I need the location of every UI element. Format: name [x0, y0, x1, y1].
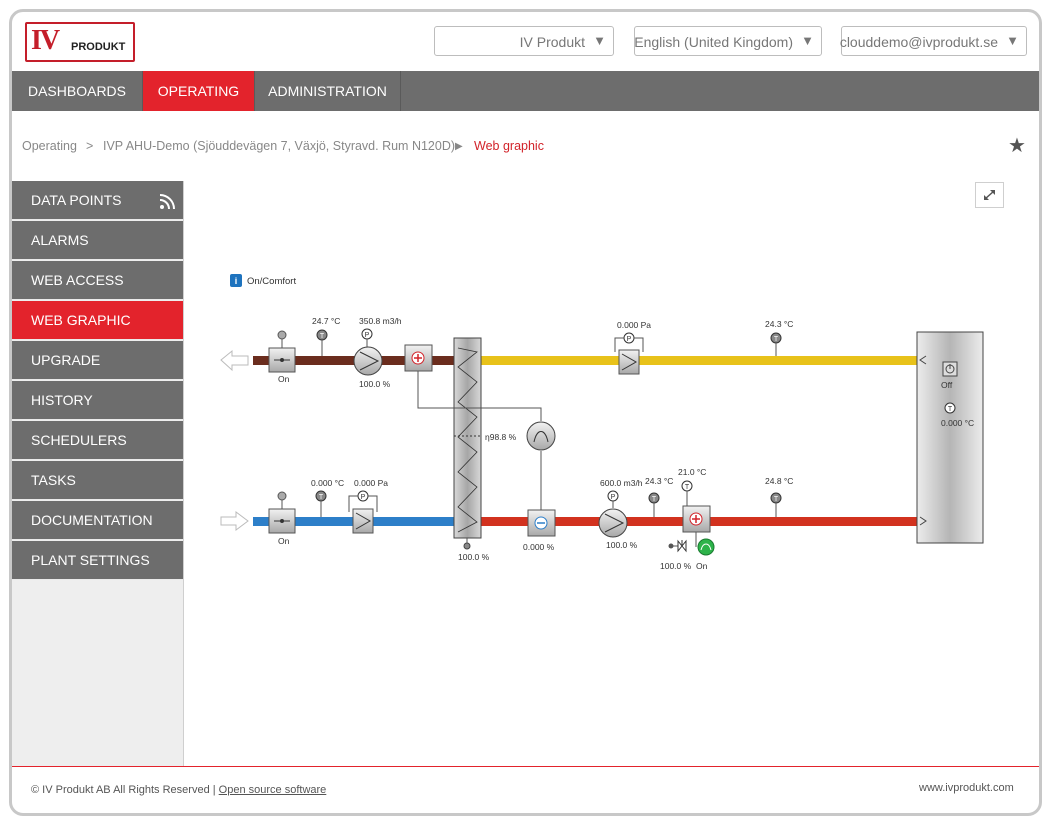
sensor-letter: T — [652, 496, 657, 503]
intake-arrow-icon — [220, 511, 249, 531]
extract-filter-pressure: 0.000 Pa — [617, 320, 651, 330]
sensor-letter: T — [685, 484, 690, 491]
pump-state: On — [696, 561, 708, 571]
valve-output: 100.0 % — [660, 561, 692, 571]
copyright-text: © IV Produkt AB All Rights Reserved | — [31, 784, 216, 796]
supply-fan-speed: 100.0 % — [606, 540, 638, 550]
supply-heater[interactable]: 21.0 °C T — [678, 467, 711, 547]
unit-status: Off — [941, 380, 953, 390]
cooler[interactable]: 0.000 % — [523, 509, 556, 552]
footer-divider — [12, 766, 1039, 767]
after-fan-temp-value: 24.3 °C — [645, 476, 673, 486]
sensor-letter: P — [365, 332, 370, 339]
sensor-letter: T — [774, 496, 779, 503]
sensor-letter: T — [319, 494, 324, 501]
outdoor-damper-state: On — [278, 536, 290, 546]
after-fan-temp-sensor[interactable]: 24.3 °C T — [645, 476, 673, 517]
sensor-letter: P — [361, 494, 366, 501]
extract-duct — [480, 356, 917, 365]
outdoor-temp-sensor[interactable]: 0.000 °C T — [311, 478, 344, 517]
exhaust-damper[interactable]: On — [268, 330, 296, 384]
website-link[interactable]: www.ivprodukt.com — [919, 782, 1014, 794]
cooler-output: 0.000 % — [523, 542, 555, 552]
heat-exchanger[interactable]: 100.0 % η98.8 % — [453, 337, 517, 562]
pump-icon — [697, 538, 715, 556]
supply-flow-value: 600.0 m3/h — [600, 478, 643, 488]
sensor-letter: T — [774, 336, 779, 343]
sensor-letter: P — [611, 494, 616, 501]
app-frame: IV PRODUKT IV Produkt ▼ English (United … — [9, 9, 1042, 816]
heater-valve[interactable]: 100.0 % — [660, 539, 692, 571]
exchanger-output: 100.0 % — [458, 552, 490, 562]
extract-temp-sensor[interactable]: 24.3 °C T — [765, 319, 793, 356]
outdoor-filter-pressure: 0.000 Pa — [354, 478, 388, 488]
outdoor-temp-value: 0.000 °C — [311, 478, 344, 488]
recovery-pump-icon[interactable] — [526, 421, 556, 451]
supply-temp-sensor[interactable]: 24.8 °C T — [765, 476, 793, 517]
extract-filter[interactable]: 0.000 Pa P — [614, 320, 651, 375]
status-text: On/Comfort — [247, 276, 296, 287]
outdoor-damper[interactable]: On — [268, 491, 296, 546]
exhaust-heater[interactable] — [404, 344, 433, 372]
sensor-letter: T — [320, 333, 325, 340]
room-unit[interactable]: Off T 0.000 °C — [916, 331, 984, 544]
sensor-letter: T — [948, 406, 953, 413]
supply-temp-value: 24.8 °C — [765, 476, 793, 486]
heat-recovery-efficiency: η98.8 % — [485, 432, 517, 442]
sensor-letter: P — [627, 336, 632, 343]
extract-temp-value: 24.3 °C — [765, 319, 793, 329]
open-source-link[interactable]: Open source software — [219, 784, 327, 796]
exhaust-temp-value: 24.7 °C — [312, 316, 340, 326]
supply-fan[interactable]: 600.0 m3/h P 100.0 % — [598, 478, 643, 550]
info-icon-glyph: i — [235, 276, 238, 286]
exhaust-damper-state: On — [278, 374, 290, 384]
footer-copyright: © IV Produkt AB All Rights Reserved | Op… — [31, 784, 326, 796]
exhaust-fan[interactable]: 350.8 m3/h P 100.0 % — [353, 316, 402, 389]
exhaust-arrow-icon — [220, 349, 249, 372]
heat-exchanger-icon — [453, 337, 482, 539]
heater-temp-value: 21.0 °C — [678, 467, 706, 477]
exhaust-fan-speed: 100.0 % — [359, 379, 391, 389]
room-temp-value: 0.000 °C — [941, 418, 974, 428]
status-indicator[interactable]: i On/Comfort — [230, 274, 296, 287]
exhaust-flow-value: 350.8 m3/h — [359, 316, 402, 326]
heater-pump[interactable]: On — [696, 538, 715, 571]
exhaust-temp-sensor[interactable]: 24.7 °C T — [312, 316, 340, 356]
ahu-web-graphic: i On/Comfort On On 24.7 °C T 350.8 m3/h … — [220, 274, 984, 571]
